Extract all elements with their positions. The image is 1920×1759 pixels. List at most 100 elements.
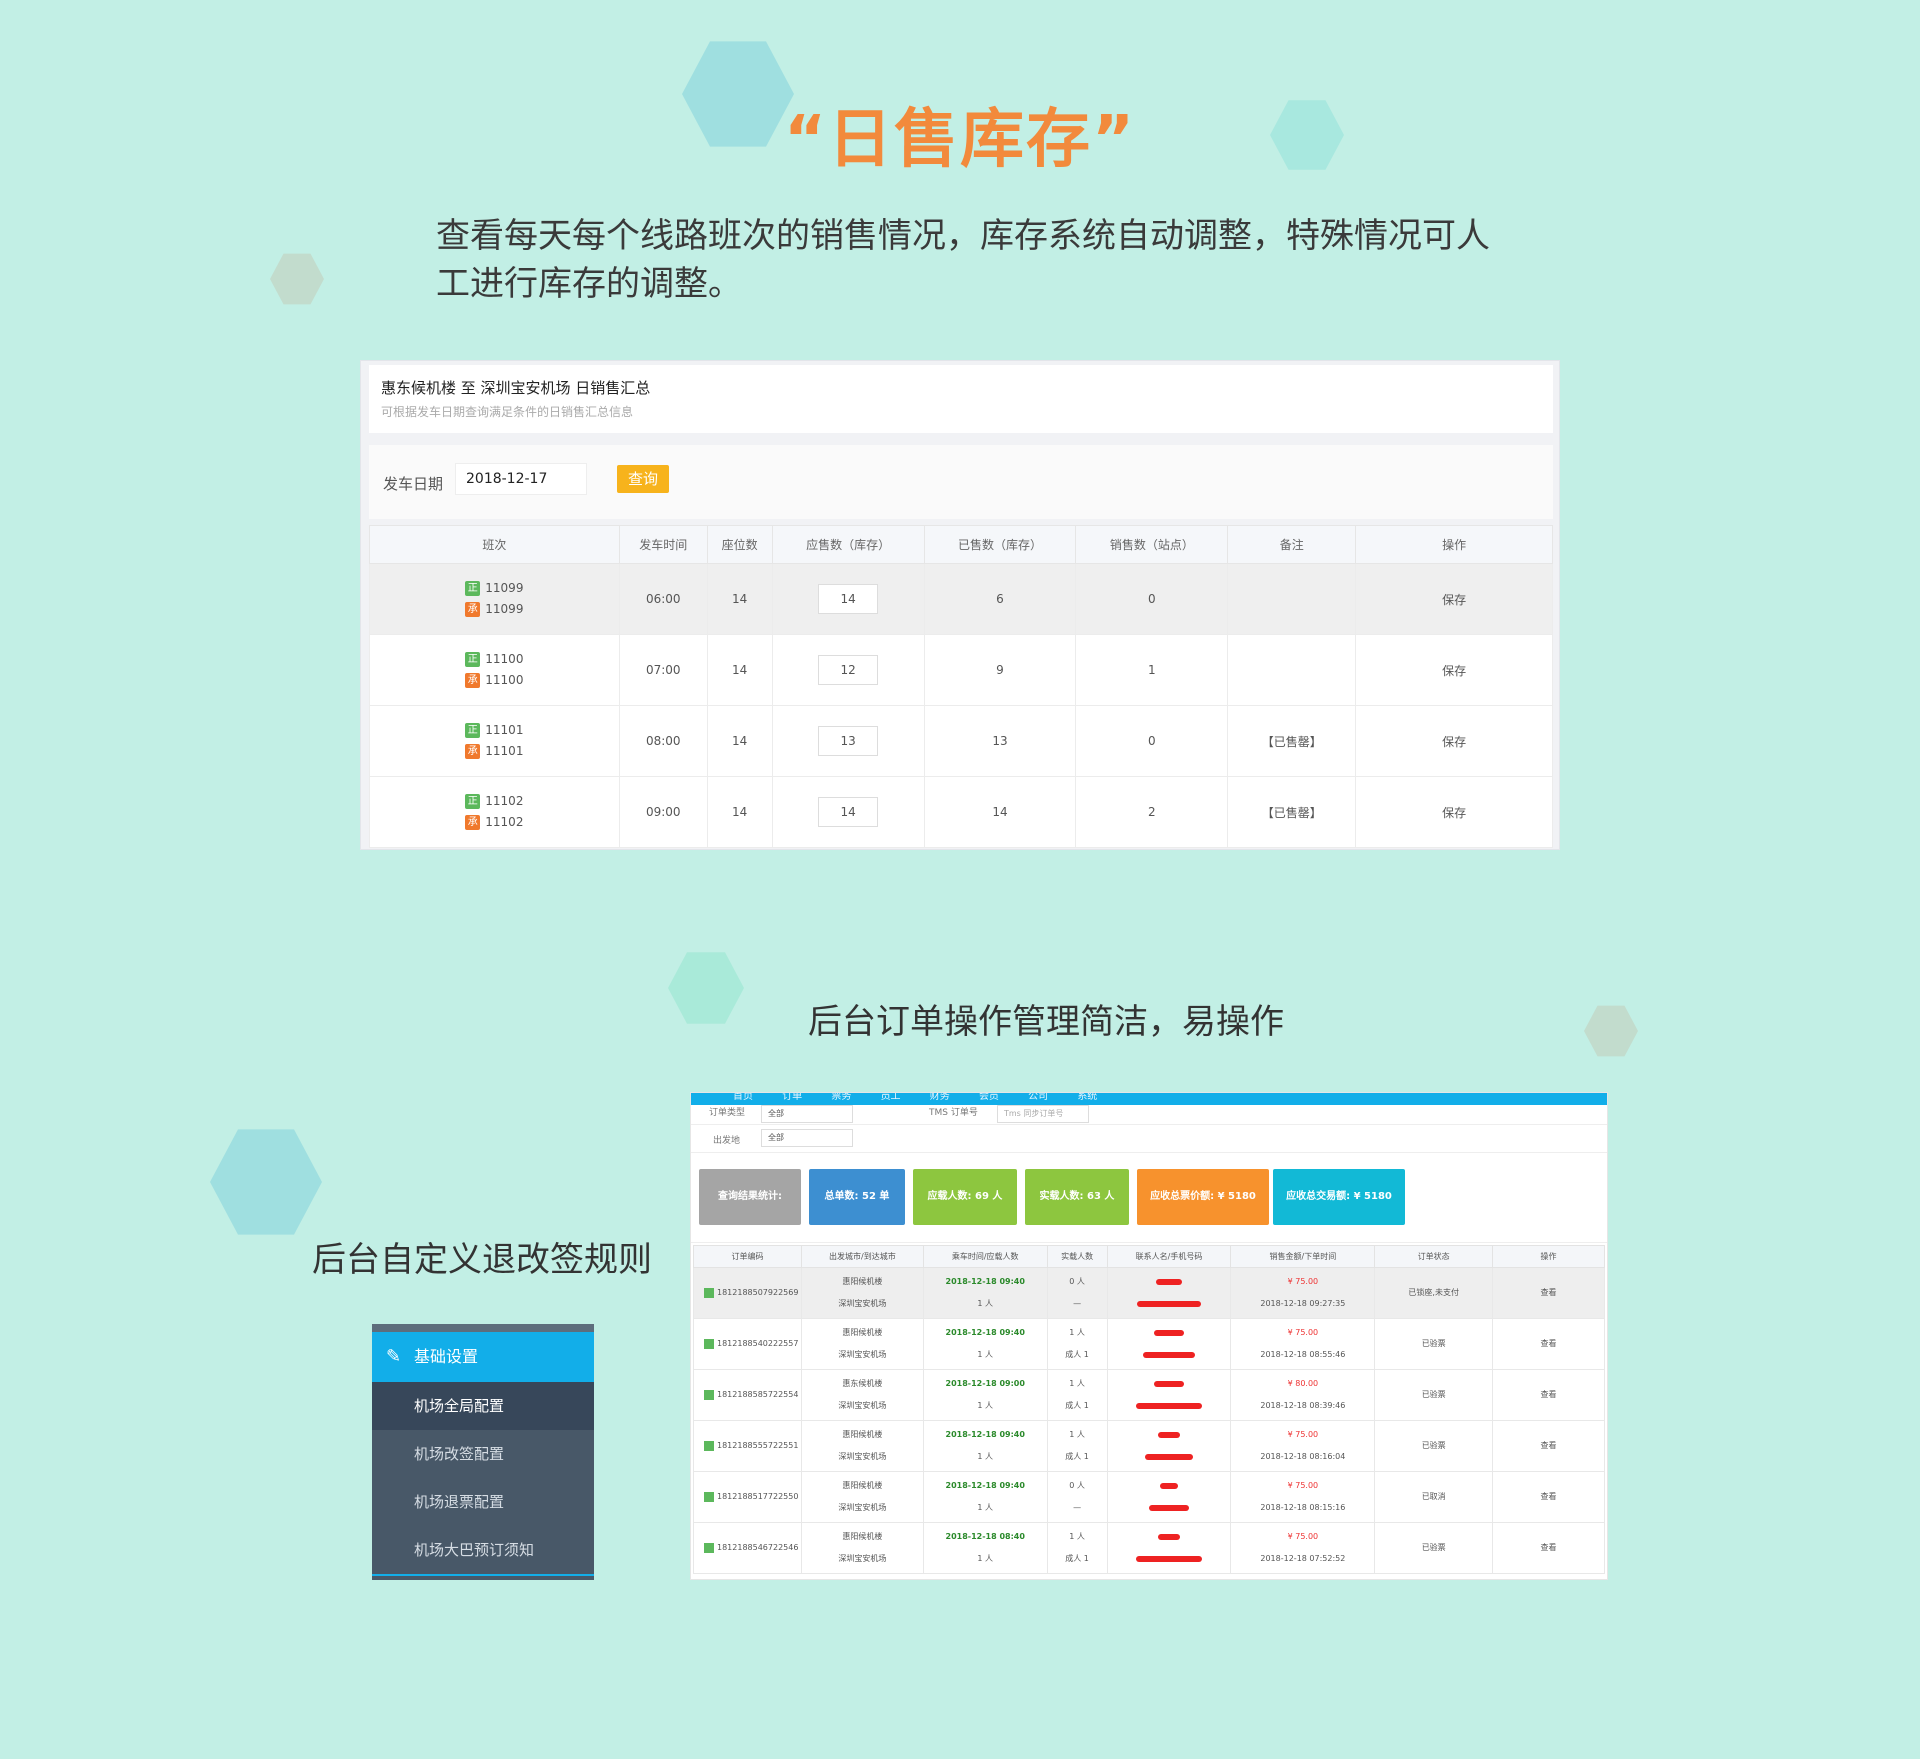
actual-detail: —	[1073, 1503, 1082, 1512]
order-type-select[interactable]: 全部	[761, 1105, 853, 1123]
sidebar-item-refund-config[interactable]: 机场退票配置	[372, 1478, 594, 1526]
col-header: 操作	[1492, 1245, 1605, 1268]
redacted-name	[1160, 1482, 1178, 1489]
main-tag-icon: 正	[465, 794, 481, 809]
sub-tag-icon: 承	[465, 744, 481, 759]
col-header: 订单编码	[693, 1245, 802, 1268]
redacted-phone	[1149, 1504, 1189, 1511]
nav-item[interactable]: 会员	[979, 1093, 999, 1102]
actual-count: 0 人	[1069, 1277, 1085, 1286]
expected-count: 1 人	[977, 1554, 994, 1563]
sidebar-top-bar	[372, 1324, 594, 1332]
orders-panel: 首页 订单 票务 员工 财务 会员 公司 系统 订单类型 全部 TMS 订单号 …	[690, 1092, 1608, 1580]
view-link[interactable]: 查看	[1492, 1471, 1605, 1523]
note: 【已售罄】	[1227, 705, 1357, 777]
save-link[interactable]: 保存	[1355, 705, 1553, 777]
nav-item[interactable]: 票务	[831, 1093, 851, 1102]
trip-code: 11102	[485, 794, 524, 808]
hexagon-decoration	[210, 1129, 322, 1235]
col-header: 备注	[1227, 525, 1357, 564]
stock-input[interactable]: 14	[818, 584, 879, 614]
nav-item[interactable]: 订单	[782, 1093, 802, 1102]
sub-tag-icon: 承	[465, 673, 481, 688]
filter-row: 出发地 全部	[691, 1125, 1607, 1153]
from-city: 惠东候机楼	[842, 1379, 883, 1388]
ride-time: 2018-12-18 09:40	[945, 1430, 1025, 1439]
order-time: 2018-12-18 08:16:04	[1260, 1452, 1346, 1461]
amount: ¥ 75.00	[1287, 1430, 1319, 1439]
ride-time: 2018-12-18 09:40	[945, 1328, 1025, 1337]
expected-count: 1 人	[977, 1503, 994, 1512]
view-link[interactable]: 查看	[1492, 1420, 1605, 1472]
save-link[interactable]: 保存	[1355, 776, 1553, 848]
table-row: 1812188555722551 惠阳候机楼 深圳宝安机场 2018-12-18 …	[693, 1420, 1605, 1472]
seats: 14	[706, 634, 773, 706]
save-link[interactable]: 保存	[1355, 563, 1553, 635]
save-link[interactable]: 保存	[1355, 634, 1553, 706]
pencil-icon: ✎	[386, 1346, 402, 1367]
stock-input[interactable]: 13	[818, 726, 879, 756]
orders-table: 订单编码 出发城市/到达城市 乘车时间/应载人数 实载人数 联系人名/手机号码 …	[693, 1245, 1605, 1574]
origin-select[interactable]: 全部	[761, 1129, 853, 1147]
amount: ¥ 75.00	[1287, 1481, 1319, 1490]
date-input[interactable]: 2018-12-17	[455, 463, 587, 495]
order-id: 1812188585722554	[717, 1390, 799, 1399]
trip-code: 11099	[485, 581, 524, 595]
nav-item[interactable]: 员工	[881, 1093, 901, 1102]
station-count: 1	[1075, 634, 1229, 706]
nav-item[interactable]: 财务	[930, 1093, 950, 1102]
nav-item[interactable]: 系统	[1077, 1093, 1097, 1102]
sidebar-bottom-line	[372, 1574, 594, 1576]
redacted-name	[1156, 1278, 1182, 1285]
tms-input[interactable]: Tms 同步订单号	[997, 1105, 1089, 1123]
view-link[interactable]: 查看	[1492, 1318, 1605, 1370]
col-header: 订单状态	[1374, 1245, 1494, 1268]
sold-count: 6	[923, 563, 1077, 635]
depart-time: 07:00	[618, 634, 708, 706]
station-count: 2	[1075, 776, 1229, 848]
col-header: 座位数	[706, 525, 773, 564]
stat-total-orders: 总单数: 52 单	[809, 1169, 905, 1225]
to-city: 深圳宝安机场	[838, 1452, 887, 1461]
order-time: 2018-12-18 09:27:35	[1260, 1299, 1346, 1308]
seats: 14	[706, 563, 773, 635]
order-status: 已取消	[1374, 1471, 1494, 1523]
trip-code: 11100	[485, 652, 524, 666]
settings-sidebar: ✎ 基础设置 机场全局配置 机场改签配置 机场退票配置 机场大巴预订须知	[372, 1324, 594, 1580]
query-button[interactable]: 查询	[617, 465, 669, 493]
table-row: 1812188585722554 惠东候机楼 深圳宝安机场 2018-12-18 …	[693, 1369, 1605, 1421]
stock-input[interactable]: 14	[818, 797, 879, 827]
actual-count: 0 人	[1069, 1481, 1085, 1490]
to-city: 深圳宝安机场	[838, 1350, 887, 1359]
order-icon	[704, 1389, 714, 1400]
stat-trade-total: 应收总交易额: ¥ 5180	[1273, 1169, 1405, 1225]
sidebar-item-booking-notice[interactable]: 机场大巴预订须知	[372, 1526, 594, 1574]
from-city: 惠阳候机楼	[842, 1277, 883, 1286]
main-tag-icon: 正	[465, 652, 481, 667]
redacted-phone	[1145, 1453, 1193, 1460]
sidebar-section-basic-settings[interactable]: ✎ 基础设置	[372, 1332, 594, 1382]
sales-table: 班次 发车时间 座位数 应售数（库存） 已售数（库存） 销售数（站点） 备注 操…	[369, 525, 1553, 848]
redacted-name	[1158, 1533, 1180, 1540]
actual-count: 1 人	[1069, 1328, 1085, 1337]
stock-input[interactable]: 12	[818, 655, 879, 685]
nav-item[interactable]: 首页	[733, 1093, 753, 1102]
actual-count: 1 人	[1069, 1379, 1085, 1388]
redacted-phone	[1143, 1351, 1195, 1358]
sales-panel-subtitle: 可根据发车日期查询满足条件的日销售汇总信息	[381, 405, 634, 419]
sidebar-item-change-config[interactable]: 机场改签配置	[372, 1430, 594, 1478]
sales-panel-header: 惠东候机楼 至 深圳宝安机场 日销售汇总 可根据发车日期查询满足条件的日销售汇总…	[369, 365, 1553, 433]
order-id: 1812188555722551	[717, 1441, 799, 1450]
order-status: 已验票	[1374, 1522, 1494, 1574]
redacted-name	[1154, 1329, 1184, 1336]
actual-count: 1 人	[1069, 1430, 1085, 1439]
view-link[interactable]: 查看	[1492, 1267, 1605, 1319]
sub-tag-icon: 承	[465, 815, 481, 830]
page-title: “日售库存”	[783, 103, 1137, 177]
view-link[interactable]: 查看	[1492, 1522, 1605, 1574]
view-link[interactable]: 查看	[1492, 1369, 1605, 1421]
nav-item[interactable]: 公司	[1028, 1093, 1048, 1102]
order-time: 2018-12-18 08:39:46	[1260, 1401, 1346, 1410]
order-icon	[704, 1338, 714, 1349]
sidebar-item-global-config[interactable]: 机场全局配置	[372, 1382, 594, 1430]
